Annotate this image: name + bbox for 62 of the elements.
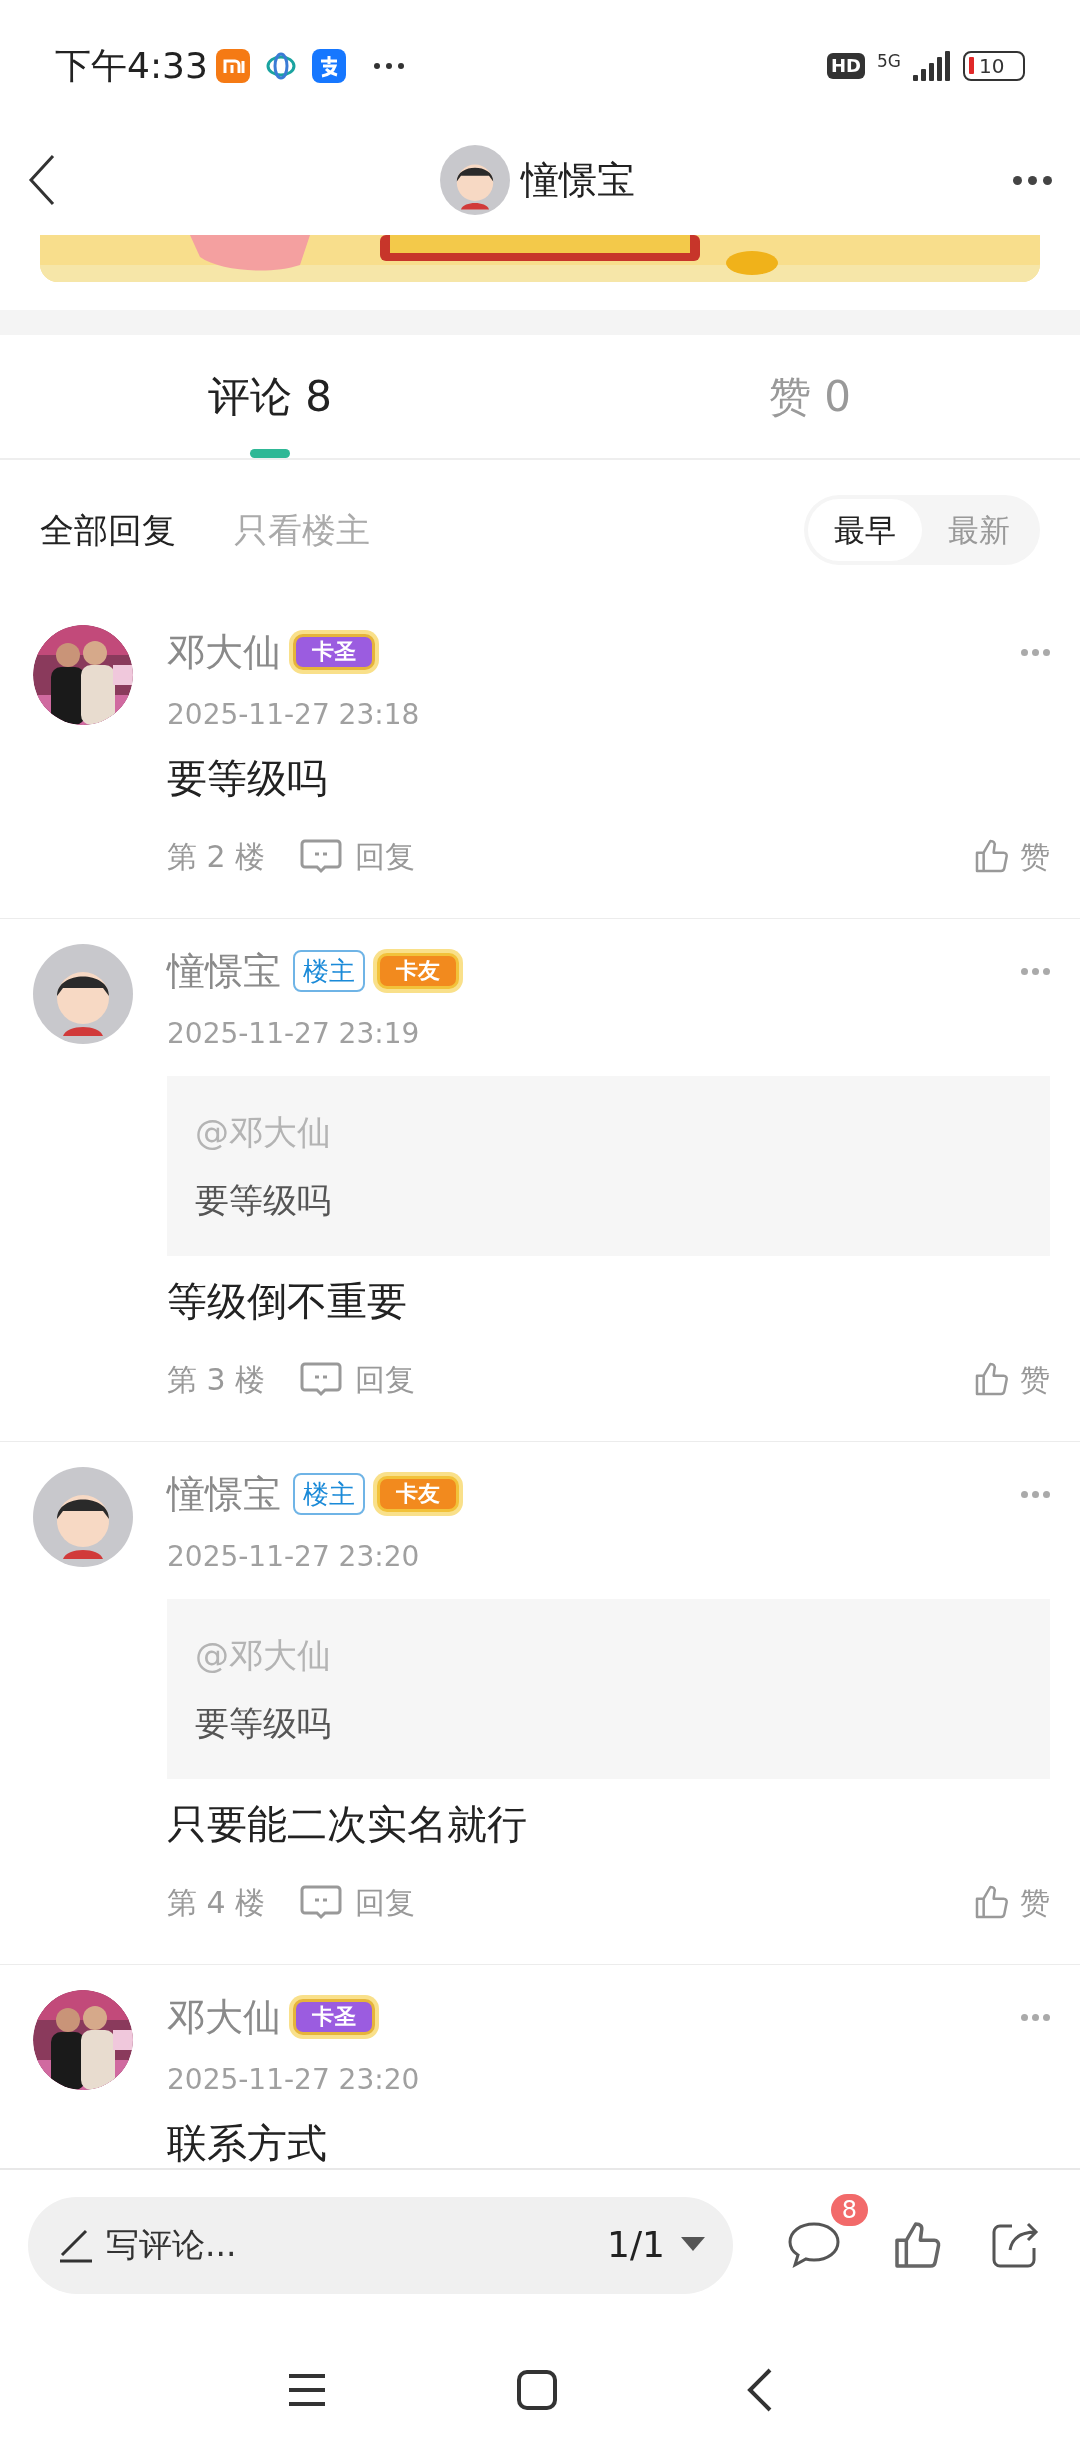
reply-button[interactable]: 回复: [299, 1879, 416, 1925]
author-name[interactable]: 邓大仙: [167, 623, 281, 681]
tab-indicator: [250, 449, 290, 458]
more-icon[interactable]: [1013, 175, 1052, 185]
sort-option[interactable]: 最新: [922, 499, 1036, 561]
tab[interactable]: 评论 8: [0, 335, 540, 458]
back-icon[interactable]: [747, 2368, 773, 2412]
share-icon[interactable]: [990, 2220, 1040, 2270]
author-name[interactable]: 邓大仙: [167, 1988, 281, 2046]
floor-number: 第 2 楼: [167, 837, 266, 876]
tab[interactable]: 赞 0: [540, 335, 1080, 458]
caret-icon[interactable]: [681, 2237, 705, 2253]
avatar-icon: [33, 944, 133, 1044]
sort-option[interactable]: 最早: [808, 499, 922, 561]
home-icon[interactable]: [517, 2370, 557, 2410]
floor-number: 第 3 楼: [167, 1360, 266, 1399]
speech-bubble-icon: [299, 838, 344, 874]
network-type: 5G: [877, 51, 901, 71]
quote-mention[interactable]: @邓大仙: [195, 1110, 1050, 1154]
like-button[interactable]: 赞: [972, 1356, 1050, 1402]
speech-bubble-icon: [299, 1361, 344, 1397]
comment-count-badge: 8: [830, 2194, 868, 2226]
like-button[interactable]: 赞: [972, 1879, 1050, 1925]
avatar-icon: [439, 145, 510, 215]
reply-button[interactable]: 回复: [299, 833, 416, 879]
filter-tab[interactable]: 只看楼主: [234, 504, 370, 556]
comment-icon[interactable]: [786, 2220, 842, 2270]
comment-date: 2025-11-27 23:20: [167, 1539, 421, 1575]
author-name[interactable]: 憧憬宝: [167, 1465, 281, 1523]
comment-text: 等级倒不重要: [167, 1277, 408, 1326]
author-tag: 楼主: [293, 950, 365, 992]
reply-button[interactable]: 回复: [299, 1356, 416, 1402]
quote-text: 要等级吗: [195, 1179, 332, 1222]
quote-mention[interactable]: @邓大仙: [195, 1633, 1050, 1677]
hd-badge: HD: [827, 53, 865, 79]
avatar-icon: [33, 1467, 133, 1567]
quote-text: 要等级吗: [195, 1702, 332, 1745]
speech-bubble-icon: [299, 1884, 344, 1920]
comment-text: 只要能二次实名就行: [167, 1800, 528, 1849]
page-title: 憧憬宝: [520, 156, 635, 204]
battery-level: 10: [963, 51, 1025, 81]
more-notifications-icon[interactable]: [373, 63, 404, 69]
filter-tab[interactable]: 全部回复: [40, 504, 176, 556]
globe-icon: [265, 51, 296, 81]
comment-field[interactable]: 写评论... 1/1: [28, 2196, 733, 2294]
signal-icon: [913, 51, 951, 81]
comment-date: 2025-11-27 23:18: [167, 697, 421, 733]
comment-text: 联系方式: [167, 2119, 328, 2168]
menu-icon[interactable]: [287, 2373, 327, 2407]
comment-date: 2025-11-27 23:19: [167, 1016, 421, 1052]
pencil-icon: [58, 2227, 94, 2263]
page-indicator[interactable]: 1/1: [607, 2218, 665, 2272]
app-icon: [215, 49, 250, 83]
status-time: 下午4:33: [55, 44, 208, 88]
like-button[interactable]: 赞: [972, 833, 1050, 879]
comment-text: 要等级吗: [167, 754, 328, 803]
author-name[interactable]: 憧憬宝: [167, 942, 281, 1000]
author-tag: 楼主: [293, 1473, 365, 1515]
floor-number: 第 4 楼: [167, 1883, 266, 1922]
app-icon: [311, 49, 346, 83]
comment-date: 2025-11-27 23:20: [167, 2062, 421, 2098]
back-icon[interactable]: [28, 154, 56, 206]
